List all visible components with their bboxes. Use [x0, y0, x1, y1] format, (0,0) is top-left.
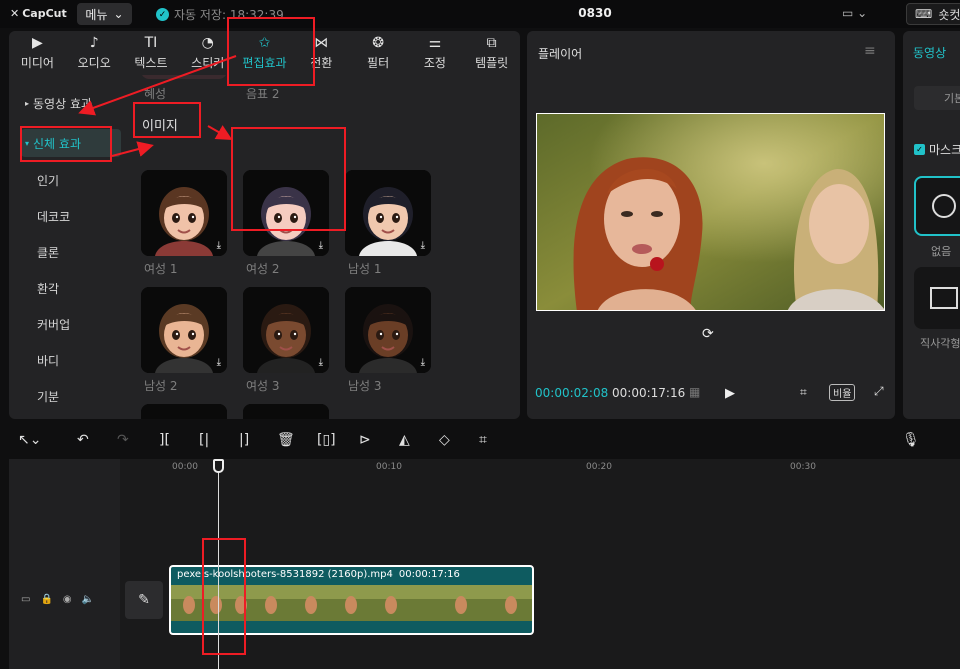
annotation-arrows — [78, 55, 237, 157]
